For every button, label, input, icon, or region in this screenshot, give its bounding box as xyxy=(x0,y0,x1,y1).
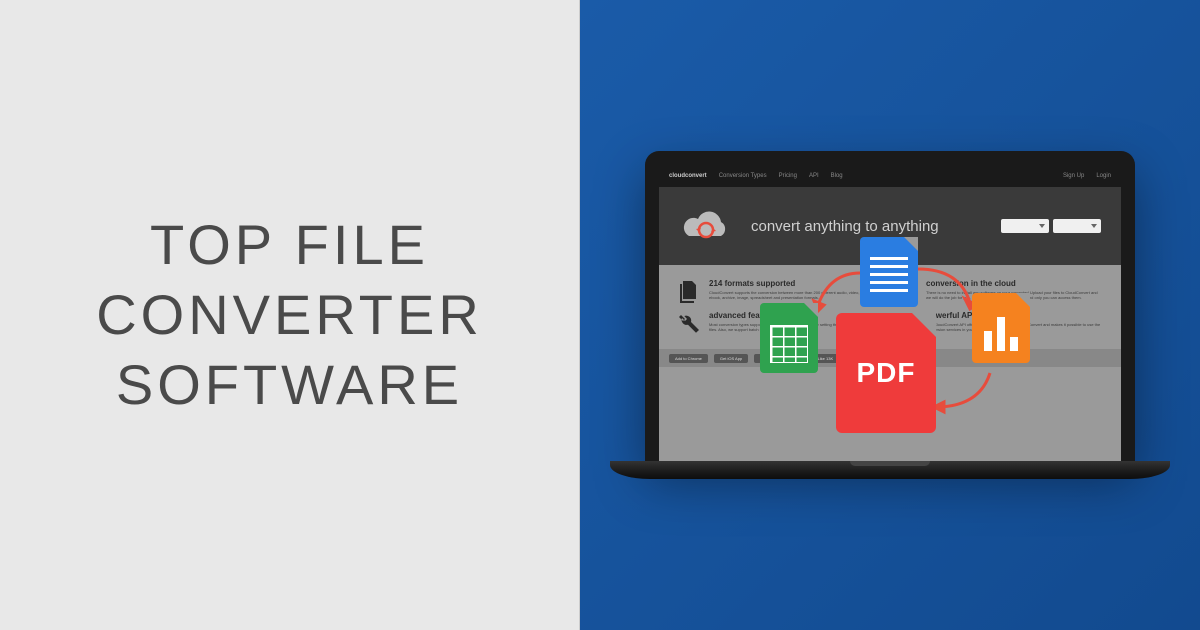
format-dropdowns xyxy=(1001,219,1101,233)
social-button: Get iOS App xyxy=(714,354,748,363)
feature-title: conversion in the cloud xyxy=(926,279,1103,288)
arrow-icon xyxy=(930,365,1000,415)
illustration-panel: cloudconvert Conversion Types Pricing AP… xyxy=(580,0,1200,630)
feature-desc: Most conversion types support advanced o… xyxy=(709,322,886,332)
feature-formats: 214 formats supported CloudConvert suppo… xyxy=(677,279,886,303)
hero-headline: convert anything to anything xyxy=(751,218,939,235)
feature-title: 214 formats supported xyxy=(709,279,886,288)
title-line-2: CONVERTER xyxy=(96,283,483,346)
laptop-screen-frame: cloudconvert Conversion Types Pricing AP… xyxy=(645,151,1135,461)
files-icon xyxy=(677,279,701,303)
page-title: TOP FILE CONVERTER SOFTWARE xyxy=(96,210,483,420)
title-line-3: SOFTWARE xyxy=(116,353,463,416)
social-button: Follow @cloudconvert xyxy=(754,354,805,363)
social-button: Add to Chrome xyxy=(669,354,708,363)
laptop-base xyxy=(610,461,1170,479)
feature-api: powerful API The CloudConvert API offers… xyxy=(894,311,1103,335)
social-button: Like 13K xyxy=(812,354,840,363)
cloud-icon xyxy=(894,279,918,303)
nav-login: Login xyxy=(1096,173,1111,179)
brand-logo: cloudconvert xyxy=(669,173,707,179)
title-line-1: TOP FILE xyxy=(150,213,429,276)
feature-title: powerful API xyxy=(926,311,1103,320)
feature-title: advanced features xyxy=(709,311,886,320)
laptop-mockup: cloudconvert Conversion Types Pricing AP… xyxy=(645,151,1135,479)
from-format-dropdown xyxy=(1001,219,1049,233)
nav-signup: Sign Up xyxy=(1063,173,1084,179)
feature-desc: CloudConvert supports the conversion bet… xyxy=(709,290,886,300)
hero-section: convert anything to anything xyxy=(659,187,1121,265)
tools-icon xyxy=(677,311,701,335)
to-format-dropdown xyxy=(1053,219,1101,233)
feature-cloud: conversion in the cloud There is no need… xyxy=(894,279,1103,303)
nav-item: Blog xyxy=(831,173,843,179)
laptop-screen: cloudconvert Conversion Types Pricing AP… xyxy=(659,165,1121,461)
puzzle-icon xyxy=(894,311,918,335)
feature-advanced: advanced features Most conversion types … xyxy=(677,311,886,335)
site-nav: cloudconvert Conversion Types Pricing AP… xyxy=(659,165,1121,187)
nav-item: Pricing xyxy=(779,173,797,179)
feature-desc: There is no need to install any software… xyxy=(926,290,1103,300)
features-grid: 214 formats supported CloudConvert suppo… xyxy=(659,265,1121,349)
social-bar: Add to Chrome Get iOS App Follow @cloudc… xyxy=(659,349,1121,367)
nav-item: API xyxy=(809,173,819,179)
nav-item: Conversion Types xyxy=(719,173,767,179)
title-panel: TOP FILE CONVERTER SOFTWARE xyxy=(0,0,580,630)
feature-desc: The CloudConvert API offers the full fun… xyxy=(926,322,1103,332)
cloud-sync-icon xyxy=(679,206,733,246)
